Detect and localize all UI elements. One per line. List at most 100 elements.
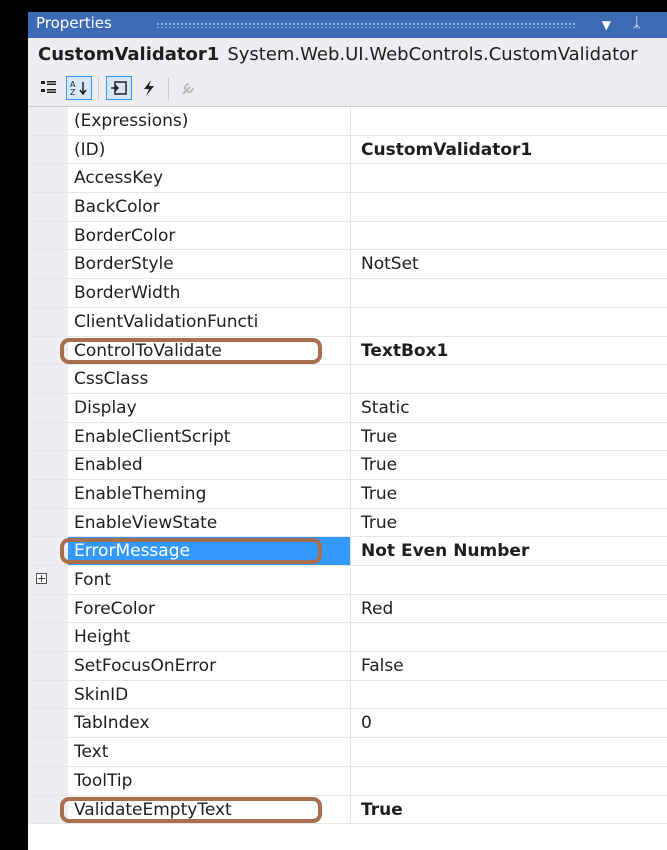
events-icon [144,80,154,96]
property-value[interactable]: 0 [351,709,667,737]
property-value[interactable]: Static [351,394,667,422]
row-gutter [28,479,68,508]
property-name[interactable]: BorderColor [68,221,351,250]
property-row[interactable]: BorderWidth [28,279,667,308]
property-value[interactable] [351,279,667,307]
property-name[interactable]: CssClass [68,365,351,393]
property-row[interactable]: Text [28,738,667,767]
property-value[interactable]: Not Even Number [351,537,667,565]
events-icon[interactable] [136,76,162,100]
property-name[interactable]: TabIndex [68,709,351,738]
row-gutter [28,135,68,164]
property-name[interactable]: EnableClientScript [68,422,351,451]
property-value[interactable] [351,767,667,795]
dropdown-arrow-icon[interactable]: ▼ [602,14,611,36]
categorized-icon[interactable] [36,76,62,100]
row-gutter [28,451,68,479]
row-gutter [28,508,68,537]
property-row[interactable]: + Font [28,566,667,595]
property-value[interactable]: Red [351,595,667,623]
property-row[interactable]: SkinID [28,680,667,710]
object-selector[interactable]: CustomValidator1 System.Web.UI.WebControl… [28,38,667,72]
property-row[interactable]: ErrorMessage Not Even Number [28,537,667,566]
property-row[interactable]: EnableClientScript True [28,422,667,452]
property-value[interactable] [351,308,667,336]
property-name[interactable]: BorderWidth [68,279,351,307]
expand-plus-icon[interactable]: + [36,573,47,584]
property-value[interactable]: False [351,652,667,680]
toolbar-separator [98,78,99,100]
property-name[interactable]: ClientValidationFuncti [68,307,351,336]
property-value[interactable]: NotSet [351,250,667,278]
row-gutter [28,307,68,336]
property-name[interactable]: ValidateEmptyText [68,795,351,824]
row-gutter [28,738,68,766]
property-value[interactable]: True [351,509,667,537]
row-gutter [28,336,68,365]
property-name[interactable]: Display [68,393,351,422]
property-value[interactable] [351,164,667,192]
property-row[interactable]: (Expressions) [28,107,667,136]
wrench-icon [182,83,194,95]
pin-icon[interactable]: ᛣ [633,12,641,34]
property-row[interactable]: BorderStyle NotSet [28,250,667,280]
property-value[interactable]: True [351,480,667,508]
properties-icon[interactable] [106,76,132,100]
property-name[interactable]: SkinID [68,680,351,709]
property-name[interactable]: AccessKey [68,164,351,193]
property-grid: (Expressions) (ID) CustomValidator1 AccessK… [28,107,667,825]
property-row[interactable]: Height [28,623,667,653]
property-name[interactable]: SetFocusOnError [68,652,351,680]
row-gutter [28,279,68,307]
title-bar: Properties ▼ ᛣ [28,12,667,38]
property-value[interactable]: True [351,796,667,824]
property-row[interactable]: ValidateEmptyText True [28,795,667,825]
property-name[interactable]: ForeColor [68,594,351,623]
property-row[interactable]: Enabled True [28,451,667,480]
toolbar: A Z [28,72,667,107]
property-value[interactable] [351,193,667,221]
property-name[interactable]: ToolTip [68,766,351,795]
property-row[interactable]: Display Static [28,393,667,423]
property-name[interactable]: BackColor [68,193,351,221]
property-row[interactable]: ForeColor Red [28,594,667,624]
wrench-icon[interactable] [176,76,202,100]
property-value[interactable] [351,681,667,709]
property-row[interactable]: BorderColor [28,221,667,251]
property-value[interactable]: True [351,451,667,479]
property-row[interactable]: SetFocusOnError False [28,652,667,681]
property-name[interactable]: EnableTheming [68,479,351,508]
property-row[interactable]: (ID) CustomValidator1 [28,135,667,165]
property-row[interactable]: EnableViewState True [28,508,667,538]
property-row[interactable]: AccessKey [28,164,667,194]
property-value[interactable]: TextBox1 [351,337,667,365]
property-value[interactable] [351,222,667,250]
property-name[interactable]: (ID) [68,135,351,164]
property-name[interactable]: ErrorMessage [68,537,351,565]
property-value[interactable] [351,107,667,135]
properties-window: Properties ▼ ᛣ CustomValidator1 System.We… [28,12,667,850]
alphabetical-icon[interactable]: A Z [66,76,92,100]
property-name[interactable]: Height [68,623,351,652]
property-row[interactable]: TabIndex 0 [28,709,667,739]
property-value[interactable]: True [351,423,667,451]
row-gutter [28,652,68,680]
property-row[interactable]: ClientValidationFuncti [28,307,667,337]
property-row[interactable]: ControlToValidate TextBox1 [28,336,667,366]
property-name[interactable]: BorderStyle [68,250,351,279]
property-name[interactable]: Text [68,738,351,766]
property-value[interactable]: CustomValidator1 [351,136,667,164]
property-value[interactable] [351,566,667,594]
property-name[interactable]: ControlToValidate [68,336,351,365]
property-value[interactable] [351,365,667,393]
property-value[interactable] [351,738,667,766]
property-row[interactable]: EnableTheming True [28,479,667,509]
property-name[interactable]: Enabled [68,451,351,479]
property-name[interactable]: (Expressions) [68,107,351,135]
property-name[interactable]: EnableViewState [68,508,351,537]
property-row[interactable]: CssClass [28,365,667,394]
property-row[interactable]: BackColor [28,193,667,222]
property-name[interactable]: Font [68,566,351,594]
property-row[interactable]: ToolTip [28,766,667,796]
property-value[interactable] [351,623,667,651]
